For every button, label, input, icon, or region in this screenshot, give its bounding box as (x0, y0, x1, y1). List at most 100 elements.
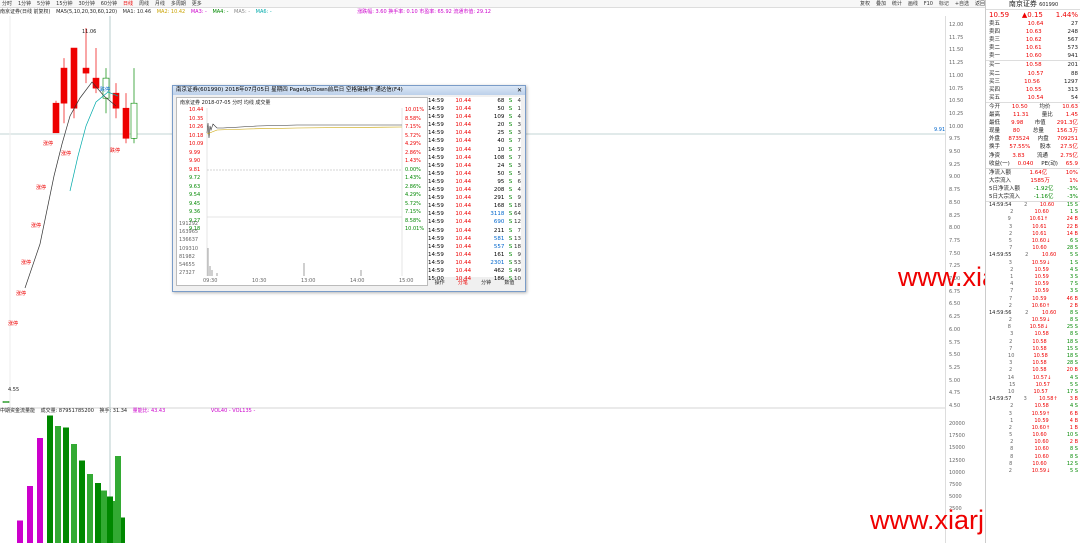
price-tick: 11.50 (949, 47, 964, 54)
tick-row-cell: 4 S (1070, 403, 1078, 410)
flow-row-cell: 10% (1065, 169, 1078, 176)
intraday-popup-window[interactable]: 南京证券(601990) 2018年07月05日 星期四 PageUp/Down… (172, 85, 526, 292)
popup-tick-cell: 14:59 (428, 195, 444, 202)
overlay-button[interactable]: 叠加 (876, 1, 886, 7)
popup-tick-cell: S (508, 267, 513, 274)
intraday-chart[interactable]: 南京证券 2018-07-05 分时 均线 成交量 10.44 10.35 10.2… (176, 97, 428, 286)
popup-tick-cell: S (508, 195, 513, 202)
stat-row-cell: 量比 (1041, 112, 1053, 119)
period-tab-4[interactable]: 30分钟 (78, 1, 94, 8)
ma-legend: 南京证券(日线 前复权) MA5(5,10,20,30,60,120) MA1:… (0, 8, 495, 15)
limit-up-mark-6: 涨停 (16, 291, 27, 297)
period-tab-6[interactable]: 日线 (123, 1, 133, 8)
vol-ma-legend: VOL40 - VOL135 - (210, 408, 256, 414)
period-tab-2[interactable]: 5分钟 (37, 1, 50, 8)
limit-up-mark-7: 涨停 (8, 321, 19, 327)
period-tab-10[interactable]: 更多 (192, 1, 202, 8)
draw-button[interactable]: 画线 (908, 1, 918, 7)
popup-tick-cell: 10.44 (455, 195, 472, 202)
volume-bar (27, 486, 33, 543)
tick-row-cell: 10.59 (1034, 281, 1049, 288)
volume-bar (115, 456, 121, 543)
popup-tick-cell: 18 (514, 203, 521, 210)
tick-row-cell: 10 (1008, 388, 1015, 395)
tick-row-cell: 3 (1008, 259, 1012, 266)
tick-row-cell: 10.59↑ (1031, 410, 1051, 417)
intraday-price-tick: 9.90 (189, 158, 201, 164)
intraday-pct-tick: 4.29% (405, 192, 421, 198)
tick-row: 7 10.58 15 S (986, 346, 1080, 353)
period-tab-5[interactable]: 60分钟 (101, 1, 117, 8)
tick-row-cell: 1 B (1069, 424, 1078, 431)
price-tick: 5.75 (949, 339, 961, 346)
tick-row-cell: 5 (1009, 432, 1013, 439)
tick-row-cell: 10.59↓ (1031, 468, 1051, 474)
stats-table: 今开 10.50 均价 10.63 最高 11.31 量比 1.45 最低 9.98 市值 291.3… (986, 103, 1080, 169)
popup-tick-cell: 10.44 (455, 211, 472, 218)
ma5-value: MA5: - (234, 9, 251, 15)
tick-list[interactable]: 14:59:54 2 10.60 15 S 2 10.60 1 S 9 10.61↑ 24 B31… (986, 202, 1080, 475)
popup-tick-row: 14:59 10.44 40 S 7 (428, 137, 521, 145)
candle-body (130, 102, 138, 139)
popup-tick-cell: 10.44 (455, 170, 472, 177)
intraday-vol-tick: 191292 (179, 221, 199, 227)
period-tab-0[interactable]: 分时 (2, 1, 12, 8)
limit-up-mark-4: 涨停 (31, 223, 42, 229)
intraday-vol-tick: 109310 (179, 245, 199, 252)
period-tab-3[interactable]: 15分钟 (56, 1, 72, 8)
tick-row-cell: 8 (1007, 324, 1011, 331)
popup-tick-row: 14:59 10.44 25 S 3 (428, 129, 521, 137)
tick-row-cell: 2 B (1069, 302, 1078, 309)
tick-row-cell: 1 (1010, 417, 1014, 424)
intraday-pct-tick: 7.15% (405, 124, 421, 130)
popup-title-bar[interactable]: 南京证券(601990) 2018年07月05日 星期四 PageUp/Down… (173, 86, 525, 95)
tick-row-cell: 3 (1023, 396, 1027, 403)
close-icon[interactable]: ✕ (517, 86, 522, 95)
popup-tick-cell: 10.44 (455, 106, 472, 113)
stat-row-cell: 市值 (1034, 120, 1046, 127)
popup-tick-cell: 14:59 (428, 219, 444, 226)
popup-tick-cell: 10.44 (455, 98, 472, 104)
ask-row-cell: 卖二 (989, 45, 1001, 52)
stats-button[interactable]: 统计 (892, 1, 902, 7)
period-tab-9[interactable]: 多周期 (171, 1, 186, 8)
tab-operate[interactable]: 操作 (435, 279, 445, 286)
tick-row-cell: 7 (1010, 288, 1014, 295)
price-tick: 8.00 (949, 225, 961, 232)
stat-row-cell: 11.31 (1013, 112, 1029, 119)
tick-row-cell: 8 S (1070, 317, 1078, 324)
tick-row-cell: 8 S (1070, 309, 1078, 316)
popup-tick-cell: 291 (493, 195, 505, 202)
volume-tick: 15000 (949, 445, 965, 452)
tick-row-cell: 2 (1008, 424, 1012, 431)
period-tab-8[interactable]: 月线 (155, 1, 165, 8)
volume-bar (107, 496, 113, 543)
back-button[interactable]: 返回 (975, 1, 985, 7)
popup-tick-cell: 3118 (490, 211, 505, 218)
tick-row-cell: 10.58 (1032, 367, 1047, 374)
restore-rights-button[interactable]: 复权 (860, 1, 870, 7)
price-tick: 12.00 (949, 22, 964, 28)
popup-tick-row: 14:59 10.44 557 S 18 (428, 243, 521, 251)
popup-tick-cell: 14:59 (428, 178, 444, 185)
period-tab-7[interactable]: 周线 (139, 1, 149, 8)
tick-row: 2 10.58 20 B (986, 367, 1080, 374)
popup-tick-cell: 462 (493, 267, 505, 274)
f10-button[interactable]: F10 (924, 1, 933, 7)
popup-tick-cell: 12 (514, 219, 521, 226)
add-favorite-button[interactable]: +自选 (955, 1, 969, 7)
tick-row: 14:59:56 2 10.60 8 S (986, 310, 1080, 317)
popup-tick-cell: 2301 (490, 259, 505, 266)
volume-bar (71, 444, 77, 543)
period-tab-1[interactable]: 1分钟 (18, 1, 31, 8)
tick-row-cell: 10.58 (1034, 331, 1049, 338)
intraday-svg (206, 108, 403, 276)
tick-row: 7 10.60 28 S (986, 245, 1080, 252)
flow-row-cell: -1.16亿 (1033, 193, 1054, 200)
tab-ticks[interactable]: 分笔 (458, 279, 468, 286)
popup-tick-list[interactable]: 14:59 10.44 68 S 4 14:59 10.44 50 S 1 14:59 10.44 10… (428, 97, 521, 282)
tab-minutes[interactable]: 分钟 (481, 279, 491, 286)
flow-row-cell: 净流入额 (989, 169, 1012, 176)
tab-values[interactable]: 数值 (504, 279, 514, 286)
mark-button[interactable]: 标记 (939, 1, 949, 7)
